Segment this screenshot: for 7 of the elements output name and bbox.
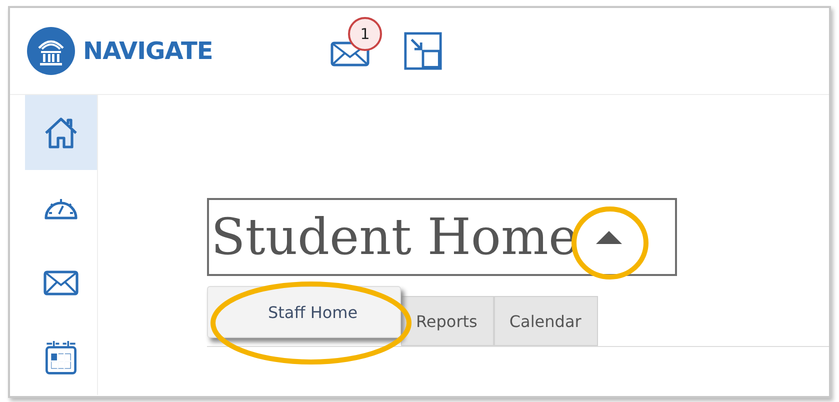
tab[interactable]: Reports (401, 296, 494, 346)
tab[interactable]: Calendar (494, 296, 598, 346)
page-selector[interactable]: Student Home (207, 198, 677, 276)
menu-item[interactable]: Staff Home (208, 302, 358, 322)
logo-text: NAVIGATE (83, 37, 213, 65)
page-title: Student Home (211, 208, 578, 266)
notification-badge: 1 (348, 17, 382, 51)
